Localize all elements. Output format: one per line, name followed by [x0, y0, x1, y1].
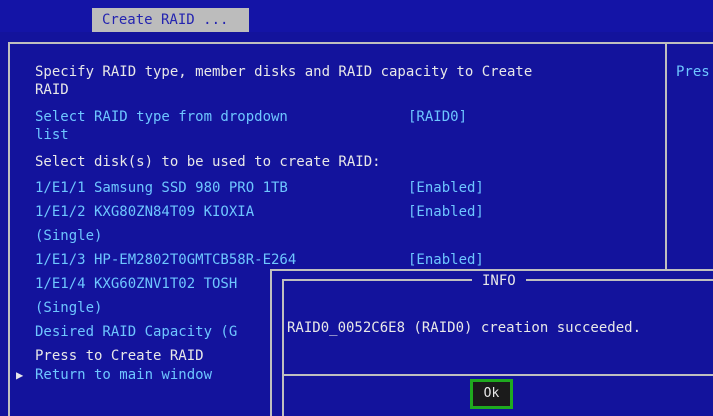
disk-item-1[interactable]: 1/E1/1 Samsung SSD 980 PRO 1TB — [35, 179, 288, 197]
disk-item-3[interactable]: 1/E1/3 HP-EM2802T0GMTCB58R-E264 — [35, 251, 296, 269]
submenu-arrow-icon: ▶ — [16, 368, 24, 382]
help-text: Pres — [676, 64, 710, 80]
bios-screen: Create RAID ... Pres Specify RAID type, … — [0, 0, 713, 416]
tab-create-raid[interactable]: Create RAID ... — [92, 8, 249, 32]
dialog-separator — [282, 374, 713, 376]
disk-item-2-value[interactable]: [Enabled] — [408, 203, 484, 221]
raid-type-label[interactable]: Select RAID type from dropdown — [35, 108, 288, 126]
top-bar: Create RAID ... — [0, 0, 713, 32]
disk-item-4-mode: (Single) — [35, 300, 103, 316]
description-line-2: RAID — [35, 82, 69, 98]
ok-button[interactable]: Ok — [470, 379, 513, 409]
disk-item-1-value[interactable]: [Enabled] — [408, 179, 484, 197]
dialog-message: RAID0_0052C6E8 (RAID0) creation succeede… — [287, 320, 642, 336]
disk-item-4[interactable]: 1/E1/4 KXG60ZNV1T02 TOSH — [35, 275, 237, 293]
dialog-title: INFO — [472, 272, 526, 290]
return-main-window[interactable]: Return to main window — [35, 366, 212, 384]
description-line-1: Specify RAID type, member disks and RAID… — [35, 64, 533, 80]
disk-item-2[interactable]: 1/E1/2 KXG80ZN84T09 KIOXIA — [35, 203, 254, 221]
raid-capacity-label[interactable]: Desired RAID Capacity (G — [35, 323, 237, 341]
dialog-inner-left-border — [282, 279, 284, 416]
raid-type-label-cont: list — [35, 127, 69, 143]
disk-select-header: Select disk(s) to be used to create RAID… — [35, 154, 381, 170]
create-raid-action[interactable]: Press to Create RAID — [35, 347, 204, 365]
disk-item-2-mode: (Single) — [35, 228, 103, 244]
raid-type-value[interactable]: [RAID0] — [408, 108, 467, 126]
disk-item-3-value[interactable]: [Enabled] — [408, 251, 484, 269]
